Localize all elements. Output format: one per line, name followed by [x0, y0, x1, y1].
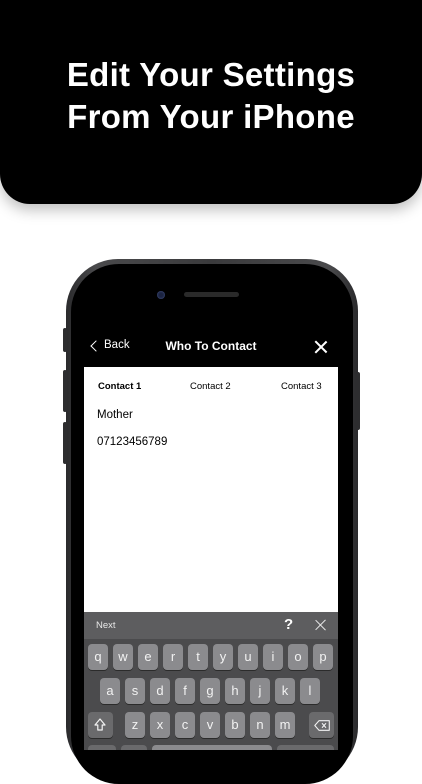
key-z[interactable]: z — [125, 712, 145, 738]
banner-title-line-2: From Your iPhone — [67, 98, 355, 135]
emoji-key[interactable] — [121, 745, 147, 750]
key-e[interactable]: e — [138, 644, 158, 670]
shift-icon — [94, 718, 106, 731]
page-title: Who To Contact — [165, 339, 257, 353]
key-a[interactable]: a — [100, 678, 120, 704]
key-q[interactable]: q — [88, 644, 108, 670]
key-g[interactable]: g — [200, 678, 220, 704]
key-j[interactable]: j — [250, 678, 270, 704]
phone-screen: Back Who To Contact Contact 1 Contact 2 … — [84, 327, 338, 750]
tab-contact-3[interactable]: Contact 3 — [281, 381, 322, 392]
front-camera — [157, 291, 165, 299]
key-f[interactable]: f — [175, 678, 195, 704]
next-button[interactable]: Next — [96, 620, 116, 631]
phone-power-button — [356, 372, 360, 430]
tab-contact-1[interactable]: Contact 1 — [98, 381, 141, 392]
shift-key[interactable] — [88, 712, 113, 738]
key-b[interactable]: b — [225, 712, 245, 738]
key-n[interactable]: n — [250, 712, 270, 738]
key-i[interactable]: i — [263, 644, 283, 670]
key-l[interactable]: l — [300, 678, 320, 704]
key-v[interactable]: v — [200, 712, 220, 738]
backspace-key[interactable] — [309, 712, 334, 738]
key-o[interactable]: o — [288, 644, 308, 670]
key-s[interactable]: s — [125, 678, 145, 704]
contact-phone-field[interactable]: 07123456789 — [97, 436, 167, 448]
key-d[interactable]: d — [150, 678, 170, 704]
promo-banner: Edit Your Settings From Your iPhone — [0, 0, 422, 204]
tab-contact-2[interactable]: Contact 2 — [190, 381, 231, 392]
navigation-bar: Back Who To Contact — [84, 327, 338, 367]
key-y[interactable]: y — [213, 644, 233, 670]
key-c[interactable]: c — [175, 712, 195, 738]
numbers-key[interactable] — [88, 745, 116, 750]
key-p[interactable]: p — [313, 644, 333, 670]
phone-mute-switch — [63, 328, 67, 352]
key-h[interactable]: h — [225, 678, 245, 704]
help-button[interactable]: ? — [284, 616, 293, 633]
earpiece-speaker — [184, 292, 239, 297]
key-w[interactable]: w — [113, 644, 133, 670]
banner-title-line-1: Edit Your Settings — [66, 56, 356, 93]
phone-volume-up-button — [63, 370, 67, 412]
phone-volume-down-button — [63, 422, 67, 464]
key-x[interactable]: x — [150, 712, 170, 738]
key-t[interactable]: t — [188, 644, 208, 670]
key-r[interactable]: r — [163, 644, 183, 670]
contact-tabs: Contact 1 Contact 2 Contact 3 — [84, 381, 338, 395]
key-u[interactable]: u — [238, 644, 258, 670]
space-key[interactable] — [152, 745, 272, 750]
key-m[interactable]: m — [275, 712, 295, 738]
key-k[interactable]: k — [275, 678, 295, 704]
keyboard-accessory-bar: Next ? — [84, 612, 338, 639]
dismiss-keyboard-icon[interactable] — [315, 619, 327, 631]
keyboard: q w e r t y u i o p a s d f g h j k l z … — [84, 639, 338, 750]
close-icon[interactable] — [314, 340, 327, 353]
contact-name-field[interactable]: Mother — [97, 409, 133, 421]
backspace-icon — [314, 720, 330, 731]
return-key[interactable] — [277, 745, 334, 750]
